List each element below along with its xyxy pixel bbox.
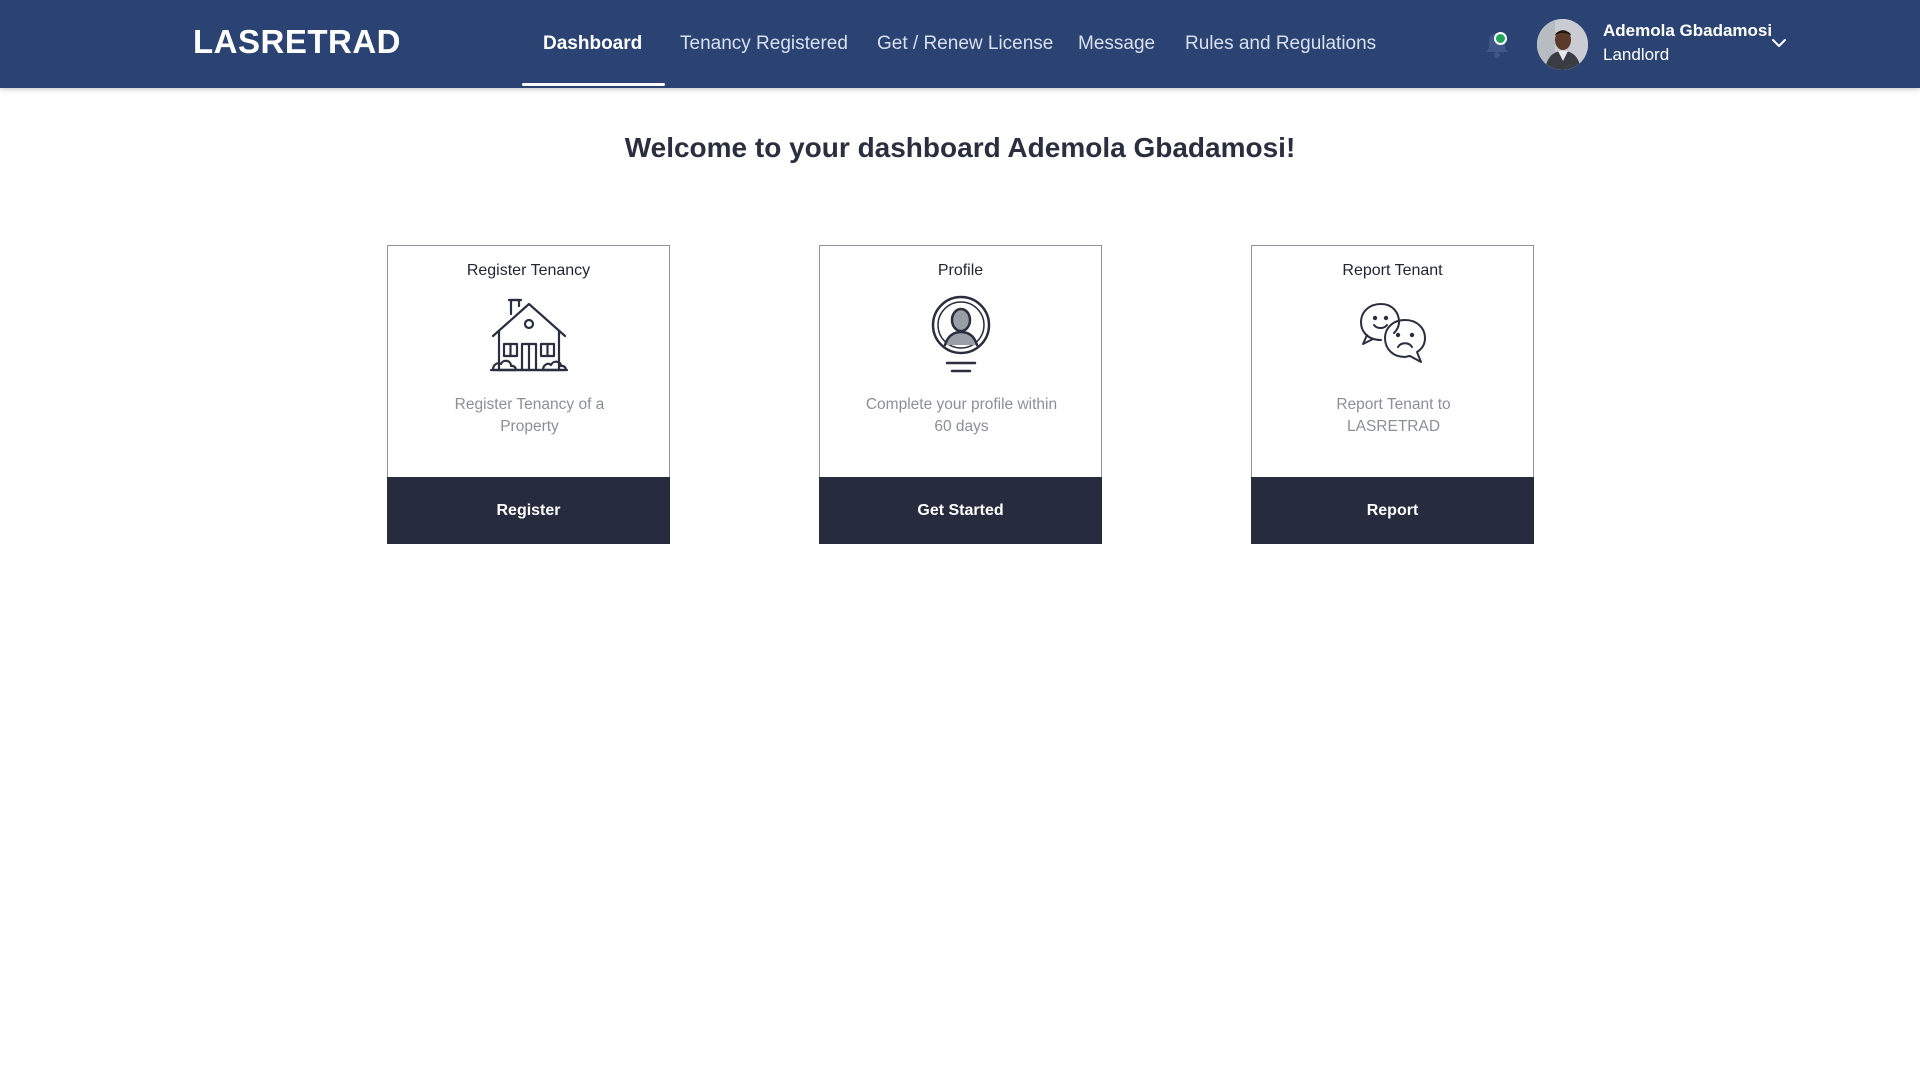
register-button[interactable]: Register bbox=[387, 477, 670, 544]
report-button[interactable]: Report bbox=[1251, 477, 1534, 544]
user-name[interactable]: Ademola Gbadamosi bbox=[1603, 20, 1772, 42]
card-description: Report Tenant to LASRETRAD bbox=[1336, 396, 1451, 435]
card-title: Register Tenancy bbox=[466, 262, 591, 279]
card-description: Complete your profile within 60 days bbox=[865, 396, 1058, 435]
nav-item-message[interactable]: Message bbox=[1078, 0, 1155, 88]
user-role: Landlord bbox=[1603, 45, 1670, 64]
avatar[interactable] bbox=[1537, 19, 1588, 70]
notification-status-dot bbox=[1494, 32, 1507, 45]
chat-faces-icon bbox=[1252, 292, 1533, 376]
card-title: Report Tenant bbox=[1342, 262, 1443, 279]
register-tenancy-card: Register Tenancy Register Tenancy of a P… bbox=[387, 245, 670, 544]
chevron-down-icon[interactable] bbox=[1770, 34, 1788, 52]
profile-card: Profile Complete your profile within 60 … bbox=[819, 245, 1102, 544]
card-description: Register Tenancy of a Property bbox=[454, 396, 605, 435]
top-nav-bar: LASRETRAD Dashboard Tenancy Registered G… bbox=[0, 0, 1920, 88]
card-title: Profile bbox=[937, 262, 984, 279]
nav-item-get-renew-license[interactable]: Get / Renew License bbox=[877, 0, 1053, 88]
welcome-heading: Welcome to your dashboard Ademola Gbadam… bbox=[624, 132, 1296, 163]
nav-item-tenancy-registered[interactable]: Tenancy Registered bbox=[680, 0, 848, 88]
active-nav-indicator bbox=[522, 83, 665, 86]
profile-icon bbox=[820, 292, 1101, 376]
report-tenant-card: Report Tenant Report Tenant to LASRETRAD… bbox=[1251, 245, 1534, 544]
nav-item-dashboard[interactable]: Dashboard bbox=[543, 0, 642, 88]
nav-item-rules-and-regulations[interactable]: Rules and Regulations bbox=[1185, 0, 1376, 88]
brand-logo[interactable]: LASRETRAD bbox=[193, 22, 401, 62]
get-started-button[interactable]: Get Started bbox=[819, 477, 1102, 544]
house-icon bbox=[388, 292, 669, 376]
